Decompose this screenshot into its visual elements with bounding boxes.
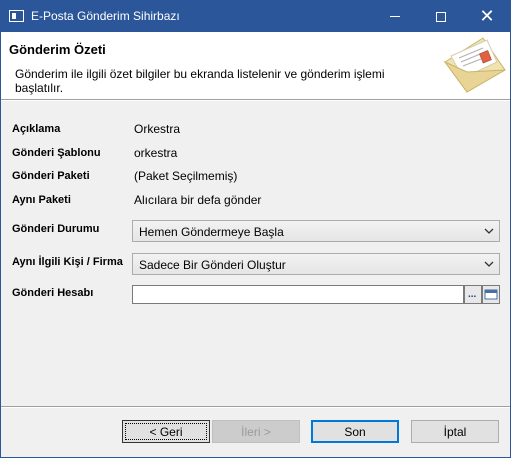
maximize-icon — [436, 11, 446, 22]
maximize-button[interactable] — [418, 1, 464, 32]
open-folder-icon — [484, 289, 498, 300]
minimize-button[interactable] — [372, 1, 418, 32]
aciklama-label: Açıklama — [12, 123, 61, 135]
close-icon: ✕ — [479, 5, 495, 27]
sablon-value: orkestra — [134, 146, 178, 160]
chevron-down-icon — [484, 261, 494, 267]
wizard-window: E-Posta Gönderim Sihirbazı ✕ Gönderim Öz… — [0, 0, 511, 458]
title-bar[interactable]: E-Posta Gönderim Sihirbazı ✕ — [1, 1, 510, 32]
sablon-label: Gönderi Şablonu — [12, 147, 101, 159]
close-button[interactable]: ✕ — [464, 1, 510, 32]
aciklama-value: Orkestra — [134, 122, 181, 136]
footer-divider-highlight — [1, 407, 510, 408]
ayni-paket-label: Aynı Paketi — [12, 194, 71, 206]
hesap-input[interactable] — [132, 285, 464, 304]
envelope-icon — [443, 37, 506, 93]
wizard-header: Gönderim Özeti Gönderim ile ilgili özet … — [1, 32, 510, 99]
browse-icon: ... — [468, 289, 477, 300]
window-title: E-Posta Gönderim Sihirbazı — [31, 9, 180, 23]
kisi-firma-selected: Sadece Bir Gönderi Oluştur — [139, 258, 286, 272]
minimize-icon — [390, 16, 400, 17]
chevron-down-icon — [484, 228, 494, 234]
kisi-firma-label: Aynı İlgili Kişi / Firma — [12, 256, 123, 268]
finish-button[interactable]: Son — [311, 420, 399, 443]
cancel-button[interactable]: İptal — [411, 420, 499, 443]
kisi-firma-dropdown[interactable]: Sadece Bir Gönderi Oluştur — [132, 253, 500, 275]
next-button[interactable]: İleri > — [212, 420, 300, 443]
page-description: Gönderim ile ilgili özet bilgiler bu ekr… — [15, 67, 385, 95]
paket-label: Gönderi Paketi — [12, 170, 90, 182]
open-record-button[interactable] — [482, 285, 500, 304]
durum-dropdown[interactable]: Hemen Göndermeye Başla — [132, 220, 500, 242]
app-icon — [9, 10, 24, 22]
browse-button[interactable]: ... — [464, 285, 482, 304]
page-title: Gönderim Özeti — [9, 42, 106, 57]
back-button[interactable]: < Geri — [122, 420, 210, 443]
ayni-paket-value: Alıcılara bir defa gönder — [134, 193, 262, 207]
header-divider-highlight — [1, 100, 510, 101]
durum-label: Gönderi Durumu — [12, 223, 100, 235]
durum-selected: Hemen Göndermeye Başla — [139, 225, 284, 239]
hesap-label: Gönderi Hesabı — [12, 287, 94, 299]
paket-value: (Paket Seçilmemiş) — [134, 169, 238, 183]
